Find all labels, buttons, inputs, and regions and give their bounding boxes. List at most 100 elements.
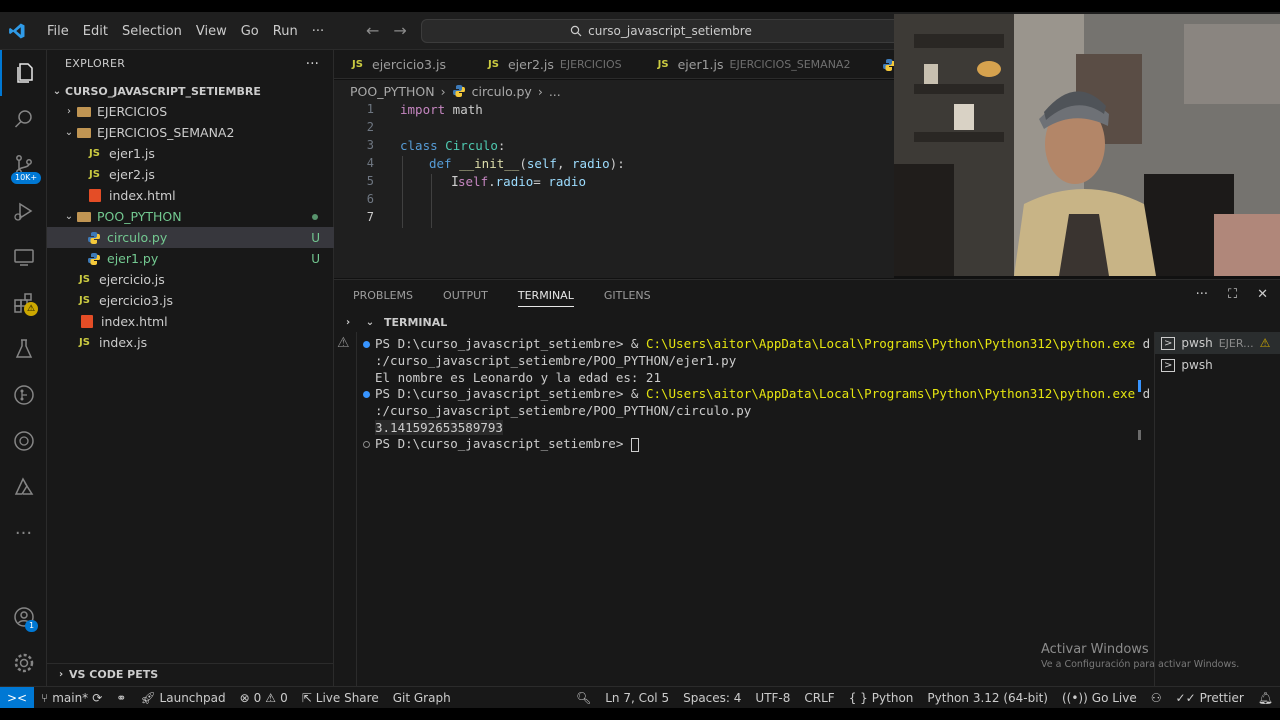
section-label: VS CODE PETS — [69, 668, 159, 681]
azure-activity[interactable] — [0, 464, 47, 510]
file-ejercicio3-js[interactable]: JS ejercicio3.js — [47, 290, 334, 311]
tab-ejercicio3-js[interactable]: JS ejercicio3.js — [334, 50, 470, 78]
go-live-button[interactable]: ((•)) Go Live — [1055, 691, 1144, 705]
tab-ejer1-py[interactable]: ej — [868, 50, 894, 78]
line-number: 6 — [366, 192, 374, 206]
error-icon: ⊗ — [239, 690, 250, 705]
javascript-file-icon: JS — [352, 59, 363, 70]
workspace-root[interactable]: ⌄ CURSO_JAVASCRIPT_SETIEMBRE — [47, 80, 334, 102]
close-panel-icon[interactable]: ✕ — [1257, 287, 1268, 302]
explorer-activity[interactable] — [0, 50, 47, 96]
tab-gitlens[interactable]: GITLENS — [604, 289, 651, 302]
zoom-indicator[interactable]: 🔍︎ — [569, 691, 598, 705]
file-index-html-semana2[interactable]: index.html — [47, 185, 334, 206]
python-interpreter[interactable]: Python 3.12 (64-bit) — [920, 691, 1055, 705]
git-compare-icon: ⚭ — [116, 690, 127, 705]
code-editor[interactable]: 1 2 3 4 5 6 7 import math class Circulo:… — [334, 102, 894, 278]
tree-item-label: circulo.py — [107, 230, 168, 245]
menu-edit[interactable]: Edit — [76, 24, 115, 39]
modified-dot — [312, 213, 318, 220]
copilot-indicator[interactable]: ⚇ — [1144, 691, 1169, 705]
notifications-indicator[interactable]: 🔔︎ — [1251, 691, 1280, 705]
search-activity[interactable] — [0, 96, 47, 142]
vscode-pets-section[interactable]: › VS CODE PETS — [47, 663, 334, 685]
line-number: 3 — [366, 138, 374, 152]
tab-terminal[interactable]: TERMINAL — [517, 289, 574, 307]
terminal-output[interactable]: PS D:\curso_javascript_setiembre> & C:\U… — [356, 332, 1150, 687]
more-actions-icon[interactable]: ··· — [1196, 287, 1208, 302]
breadcrumb-symbols[interactable]: ... — [549, 84, 561, 99]
menu-more[interactable]: ··· — [305, 24, 331, 39]
file-ejercicio-js[interactable]: JS ejercicio.js — [47, 269, 334, 290]
back-arrow-icon[interactable]: ← — [366, 21, 379, 40]
extensions-activity[interactable]: ⚠ — [0, 280, 47, 326]
remote-explorer-activity[interactable] — [0, 234, 47, 280]
file-index-html[interactable]: index.html — [47, 311, 334, 332]
menu-selection[interactable]: Selection — [115, 24, 189, 39]
chevron-down-icon: ⌄ — [64, 127, 74, 138]
more-activities-icon[interactable]: ··· — [0, 510, 47, 556]
live-share-activity[interactable] — [0, 418, 47, 464]
file-ejer1-js[interactable]: JS ejer1.js — [47, 143, 334, 164]
encoding[interactable]: UTF-8 — [748, 691, 797, 705]
testing-activity[interactable] — [0, 326, 47, 372]
tab-output[interactable]: OUTPUT — [443, 289, 488, 302]
cursor-position[interactable]: Ln 7, Col 5 — [598, 691, 676, 705]
tree-item-label: ejer1.py — [107, 251, 159, 266]
git-graph-indicator[interactable]: Git Graph — [386, 691, 458, 705]
file-circulo-py[interactable]: circulo.py U — [47, 227, 334, 248]
javascript-file-icon: JS — [89, 169, 100, 180]
indentation[interactable]: Spaces: 4 — [676, 691, 748, 705]
tab-ejer2-js[interactable]: JS ejer2.js EJERCICIOS — [470, 50, 640, 78]
prettier-indicator[interactable]: ✓✓ Prettier — [1169, 691, 1251, 705]
source-control-activity[interactable]: 10K+ — [0, 142, 47, 188]
tab-problems[interactable]: PROBLEMS — [353, 289, 413, 302]
vscode-logo-icon — [9, 23, 25, 39]
git-graph-activity[interactable] — [0, 372, 47, 418]
tab-ejer1-js[interactable]: JS ejer1.js EJERCICIOS_SEMANA2 — [640, 50, 869, 78]
terminal-section-header[interactable]: › ⌄ TERMINAL — [334, 312, 1134, 332]
explorer-sidebar: EXPLORER ··· ⌄ CURSO_JAVASCRIPT_SETIEMBR… — [47, 50, 334, 686]
file-ejer2-js[interactable]: JS ejer2.js — [47, 164, 334, 185]
run-debug-activity[interactable] — [0, 188, 47, 234]
breadcrumb-folder[interactable]: POO_PYTHON — [350, 84, 435, 99]
menu-run[interactable]: Run — [266, 24, 305, 39]
folder-ejercicios[interactable]: › EJERCICIOS — [47, 101, 334, 122]
remote-indicator[interactable]: >< — [0, 686, 34, 709]
folder-ejercicios-semana2[interactable]: ⌄ EJERCICIOS_SEMANA2 — [47, 122, 334, 143]
problems-indicator[interactable]: ⊗ 0 ⚠ 0 — [233, 691, 295, 705]
live-share-indicator[interactable]: ⇱ Live Share — [295, 691, 386, 705]
terminal-prompt-line: PS D:\curso_javascript_setiembre> — [375, 436, 639, 452]
line-number-current: 7 — [366, 210, 374, 224]
maximize-panel-icon[interactable]: ⛶ — [1228, 287, 1237, 302]
folder-poo-python[interactable]: ⌄ POO_PYTHON — [47, 206, 334, 227]
scrollbar-marker — [1138, 430, 1141, 440]
accounts-activity[interactable]: 1 — [0, 594, 47, 640]
menu-file[interactable]: File — [40, 24, 76, 39]
terminal-item-pwsh-1[interactable]: > pwsh EJER... ⚠ — [1155, 332, 1280, 354]
menu-go[interactable]: Go — [234, 24, 266, 39]
search-icon — [14, 110, 32, 128]
breadcrumb-file[interactable]: circulo.py — [472, 84, 532, 99]
terminal-item-pwsh-2[interactable]: > pwsh — [1155, 354, 1280, 376]
file-ejer1-py[interactable]: ejer1.py U — [47, 248, 334, 269]
end-of-line[interactable]: CRLF — [797, 691, 841, 705]
forward-arrow-icon[interactable]: → — [393, 21, 406, 40]
command-center[interactable]: curso_javascript_setiembre — [421, 19, 901, 43]
branch-indicator[interactable]: ⑂ main* ⟳ — [34, 691, 109, 705]
line-number: 1 — [366, 102, 374, 116]
manage-activity[interactable] — [0, 640, 47, 686]
rocket-icon: 🚀︎ — [140, 690, 156, 705]
activate-windows-title: Activar Windows — [1041, 642, 1149, 657]
menu-view[interactable]: View — [189, 24, 234, 39]
language-mode[interactable]: { } Python — [842, 691, 921, 705]
accounts-badge: 1 — [25, 620, 39, 632]
git-compare-indicator[interactable]: ⚭ — [109, 691, 133, 705]
launchpad-indicator[interactable]: 🚀︎ Launchpad — [133, 691, 232, 705]
tree-item-label: EJERCICIOS — [97, 104, 168, 119]
file-index-js[interactable]: JS index.js — [47, 332, 334, 353]
flask-icon — [15, 339, 32, 358]
terminal-icon: > — [1161, 358, 1176, 372]
explorer-more-icon[interactable]: ··· — [306, 56, 319, 72]
terminal-item-label: pwsh — [1181, 358, 1213, 372]
